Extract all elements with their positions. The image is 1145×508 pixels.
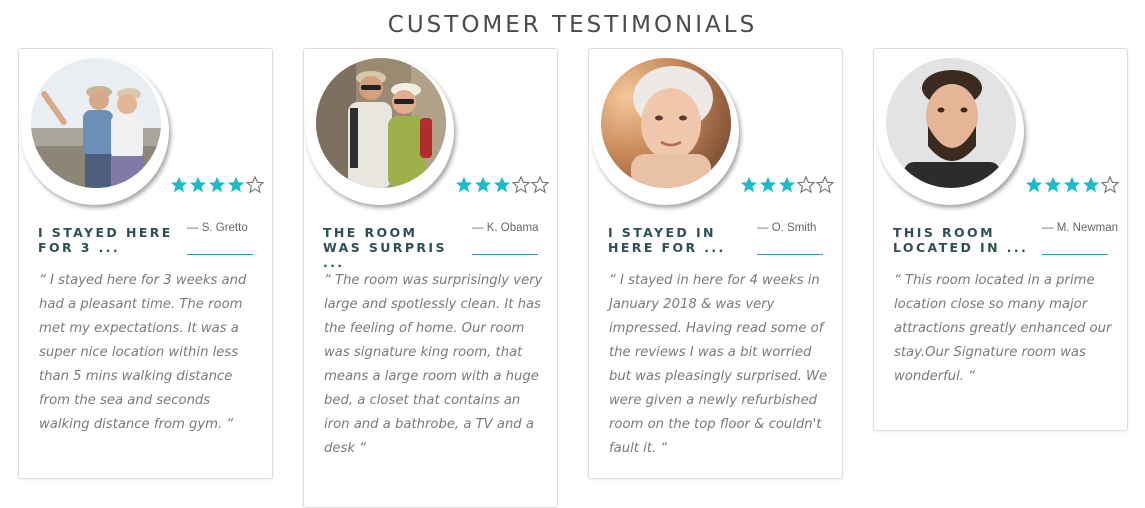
rating-stars: [170, 176, 264, 194]
testimonial-card: THE ROOM WAS SURPRIS ... — K. Obama “ Th…: [303, 48, 558, 508]
testimonial-author: — O. Smith: [757, 222, 817, 234]
star-filled-icon: [778, 176, 796, 193]
testimonial-quote: “ I stayed here for 3 weeks and had a pl…: [39, 273, 247, 432]
star-filled-icon: [455, 176, 473, 193]
star-empty-icon: [797, 176, 815, 194]
rating-stars: [455, 176, 549, 194]
star-empty-icon: [246, 176, 264, 194]
testimonial-headline: I STAYED HERE FOR 3 ...: [38, 225, 173, 255]
author-underline: [757, 254, 823, 255]
star-filled-icon: [740, 176, 758, 193]
star-empty-icon: [1101, 176, 1119, 194]
testimonial-card: I STAYED IN HERE FOR ... — O. Smith “ I …: [588, 48, 843, 479]
testimonial-headline: I STAYED IN HERE FOR ...: [608, 225, 726, 255]
star-filled-icon: [1044, 176, 1062, 193]
star-filled-icon: [493, 176, 511, 193]
testimonial-quote: “ This room located in a prime location …: [894, 273, 1112, 384]
page-title: CUSTOMER TESTIMONIALS: [387, 12, 758, 38]
avatar: [306, 57, 454, 205]
elderly-woman-photo: [601, 58, 731, 188]
star-filled-icon: [1063, 176, 1081, 193]
star-filled-icon: [208, 176, 226, 193]
testimonial-headline: THIS ROOM LOCATED IN ...: [893, 225, 1029, 255]
testimonial-headline: THE ROOM WAS SURPRIS ...: [323, 225, 447, 270]
bearded-man-photo: [886, 58, 1016, 188]
avatar: [591, 57, 739, 205]
couple-travelers-photo: [316, 58, 446, 188]
author-underline: [472, 254, 538, 255]
star-filled-icon: [474, 176, 492, 193]
couple-selfie-photo: [31, 58, 161, 188]
testimonial-quote: “ I stayed in here for 4 weeks in Januar…: [609, 273, 828, 456]
author-underline: [187, 254, 253, 255]
testimonial-card: I STAYED HERE FOR 3 ... — S. Gretto “ I …: [18, 48, 273, 479]
star-filled-icon: [1025, 176, 1043, 193]
testimonial-quote: “ The room was surprisingly very large a…: [324, 273, 543, 456]
star-filled-icon: [189, 176, 207, 193]
star-filled-icon: [170, 176, 188, 193]
testimonial-author: — K. Obama: [472, 222, 539, 234]
star-filled-icon: [1082, 176, 1100, 193]
star-filled-icon: [759, 176, 777, 193]
avatar: [876, 57, 1024, 205]
star-filled-icon: [227, 176, 245, 193]
avatar: [21, 57, 169, 205]
star-empty-icon: [531, 176, 549, 194]
author-underline: [1042, 254, 1108, 255]
testimonial-author: — M. Newman: [1042, 222, 1119, 234]
star-empty-icon: [816, 176, 834, 194]
star-empty-icon: [512, 176, 530, 194]
testimonial-card: THIS ROOM LOCATED IN ... — M. Newman “ T…: [873, 48, 1128, 431]
testimonial-author: — S. Gretto: [187, 222, 248, 234]
rating-stars: [740, 176, 834, 194]
rating-stars: [1025, 176, 1119, 194]
